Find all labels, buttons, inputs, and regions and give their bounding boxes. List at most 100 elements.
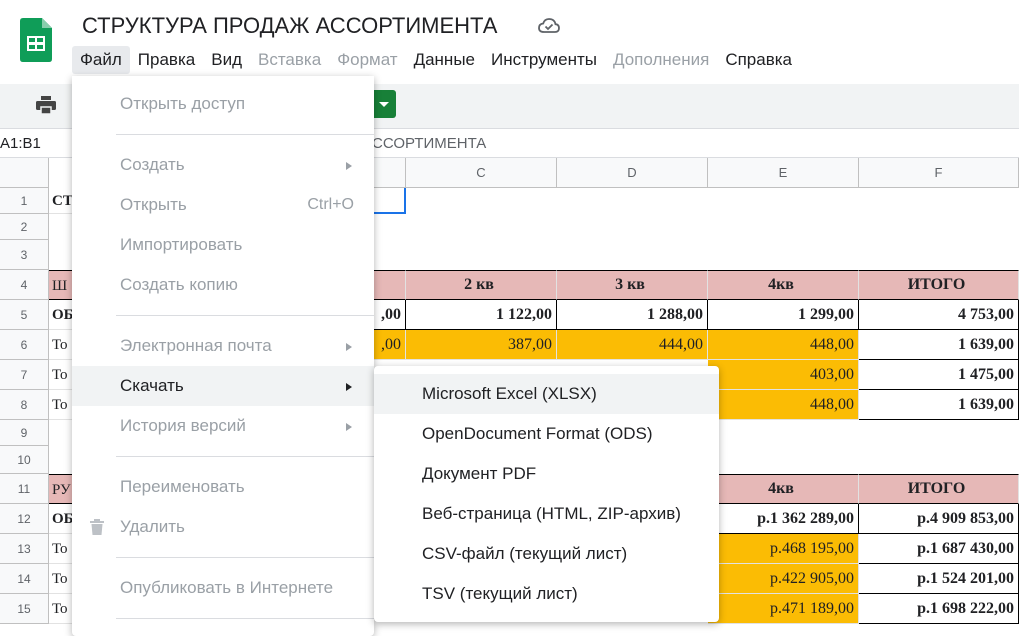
cell-e14[interactable]: р.422 905,00: [708, 564, 859, 594]
cell-e13[interactable]: р.468 195,00: [708, 534, 859, 564]
cell-e11[interactable]: 4кв: [708, 474, 859, 504]
cell-e6[interactable]: 448,00: [708, 330, 859, 360]
menu-item-label: Импортировать: [120, 235, 243, 254]
menu-item-label: Переименовать: [120, 477, 245, 496]
cell-e7[interactable]: 403,00: [708, 360, 859, 390]
formula-input[interactable]: ССОРТИМЕНТА: [372, 135, 486, 152]
menu-item-share[interactable]: Открыть доступ: [72, 84, 374, 124]
column-header-b[interactable]: [374, 158, 406, 188]
row-header[interactable]: 7: [0, 360, 49, 390]
print-icon[interactable]: [36, 96, 56, 114]
cell-f15[interactable]: р.1 698 222,00: [859, 594, 1019, 624]
menu-item-label: Опубликовать в Интернете: [120, 578, 334, 597]
column-header-c[interactable]: C: [406, 158, 557, 188]
row-header[interactable]: 9: [0, 420, 49, 446]
menu-item-label: Скачать: [120, 376, 184, 395]
cell-e8[interactable]: 448,00: [708, 390, 859, 420]
sheets-logo-icon[interactable]: [20, 18, 52, 62]
cell-f11[interactable]: ИТОГО: [859, 474, 1019, 504]
cell-f4[interactable]: ИТОГО: [859, 270, 1019, 300]
menu-addons[interactable]: Дополнения: [605, 46, 717, 74]
cell-f7[interactable]: 1 475,00: [859, 360, 1019, 390]
cell-f5[interactable]: 4 753,00: [859, 300, 1019, 330]
row-header[interactable]: 14: [0, 564, 49, 594]
menu-item-delete[interactable]: Удалить: [72, 507, 374, 547]
row-header[interactable]: 4: [0, 270, 49, 300]
menu-item-publish[interactable]: Опубликовать в Интернете: [72, 568, 374, 608]
download-tsv[interactable]: TSV (текущий лист): [374, 574, 719, 614]
menu-item-label: Открыть: [120, 195, 187, 214]
selection-range: [374, 188, 406, 214]
menu-separator: [116, 618, 374, 619]
cell-b5[interactable]: ,00: [374, 300, 406, 330]
download-pdf[interactable]: Документ PDF: [374, 454, 719, 494]
row-header[interactable]: 3: [0, 240, 49, 270]
column-header-e[interactable]: E: [708, 158, 859, 188]
menu-item-email[interactable]: Электронная почта: [72, 326, 374, 366]
row-header[interactable]: 13: [0, 534, 49, 564]
row-header[interactable]: 1: [0, 188, 49, 214]
menu-edit[interactable]: Правка: [130, 46, 203, 74]
menu-insert[interactable]: Вставка: [250, 46, 329, 74]
menu-tools[interactable]: Инструменты: [483, 46, 605, 74]
menu-item-version-history[interactable]: История версий: [72, 406, 374, 446]
row-header[interactable]: 12: [0, 504, 49, 534]
cell-e12[interactable]: р.1 362 289,00: [708, 504, 859, 534]
menu-help[interactable]: Справка: [717, 46, 800, 74]
download-html-zip[interactable]: Веб-страница (HTML, ZIP-архив): [374, 494, 719, 534]
cell-b4[interactable]: [374, 270, 406, 300]
document-title[interactable]: СТРУКТУРА ПРОДАЖ АССОРТИМЕНТА: [82, 13, 497, 39]
column-header-d[interactable]: D: [557, 158, 708, 188]
row-header[interactable]: 11: [0, 474, 49, 504]
download-ods[interactable]: OpenDocument Format (ODS): [374, 414, 719, 454]
menu-view[interactable]: Вид: [203, 46, 250, 74]
cell-f8[interactable]: 1 639,00: [859, 390, 1019, 420]
cell-e5[interactable]: 1 299,00: [708, 300, 859, 330]
menu-item-make-copy[interactable]: Создать копию: [72, 265, 374, 305]
menu-item-new[interactable]: Создать: [72, 145, 374, 185]
cloud-saved-icon[interactable]: [538, 16, 560, 36]
cell-c5[interactable]: 1 122,00: [406, 300, 557, 330]
row-header[interactable]: 2: [0, 214, 49, 240]
menu-separator: [116, 315, 374, 316]
menu-format[interactable]: Формат: [329, 46, 405, 74]
cell-c6[interactable]: 387,00: [406, 330, 557, 360]
menu-file[interactable]: Файл: [72, 46, 130, 74]
row-header[interactable]: 10: [0, 446, 49, 474]
menu-item-download[interactable]: Скачать: [72, 366, 374, 406]
trash-icon: [90, 519, 104, 535]
name-box[interactable]: A1:B1: [0, 135, 41, 152]
menu-item-label: Создать: [120, 155, 185, 174]
menu-item-open[interactable]: Открыть Ctrl+O: [72, 185, 374, 225]
row-header[interactable]: 8: [0, 390, 49, 420]
row-header[interactable]: 6: [0, 330, 49, 360]
column-header-f[interactable]: F: [859, 158, 1019, 188]
menu-separator: [116, 134, 374, 135]
cell-e4[interactable]: 4кв: [708, 270, 859, 300]
cell-c4[interactable]: 2 кв: [406, 270, 557, 300]
submenu-arrow-icon: [346, 162, 352, 170]
cell-f14[interactable]: р.1 524 201,00: [859, 564, 1019, 594]
download-csv[interactable]: CSV-файл (текущий лист): [374, 534, 719, 574]
menu-separator: [116, 456, 374, 457]
cell-b6[interactable]: ,00: [374, 330, 406, 360]
select-all-corner[interactable]: [0, 158, 49, 188]
menu-data[interactable]: Данные: [406, 46, 483, 74]
menu-separator: [116, 557, 374, 558]
cell-e15[interactable]: р.471 189,00: [708, 594, 859, 624]
functions-dropdown-button[interactable]: [372, 90, 396, 118]
cell-d6[interactable]: 444,00: [557, 330, 708, 360]
menu-item-label: Электронная почта: [120, 336, 272, 355]
row-header[interactable]: 5: [0, 300, 49, 330]
row-header[interactable]: 15: [0, 594, 49, 624]
cell-f6[interactable]: 1 639,00: [859, 330, 1019, 360]
cell-d5[interactable]: 1 288,00: [557, 300, 708, 330]
submenu-arrow-icon: [346, 423, 352, 431]
cell-f13[interactable]: р.1 687 430,00: [859, 534, 1019, 564]
cell-f12[interactable]: р.4 909 853,00: [859, 504, 1019, 534]
download-xlsx[interactable]: Microsoft Excel (XLSX): [374, 374, 719, 414]
menu-item-label: История версий: [120, 416, 246, 435]
menu-item-import[interactable]: Импортировать: [72, 225, 374, 265]
cell-d4[interactable]: 3 кв: [557, 270, 708, 300]
menu-item-rename[interactable]: Переименовать: [72, 467, 374, 507]
